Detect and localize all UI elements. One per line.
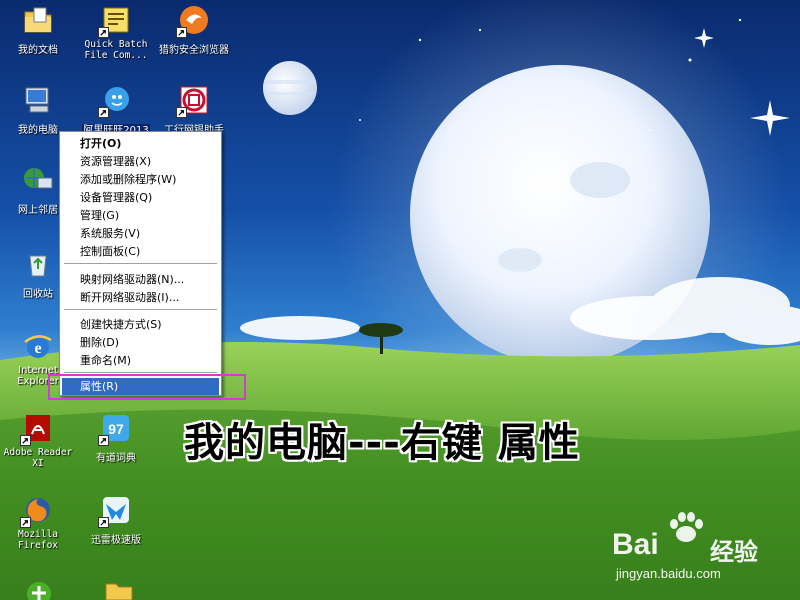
icon-label: Mozilla Firefox bbox=[17, 529, 59, 551]
tutorial-caption: 我的电脑---右键 属性 bbox=[184, 420, 580, 466]
menu-item-create-shortcut[interactable]: 创建快捷方式(S) bbox=[62, 316, 219, 333]
shortcut-arrow-icon bbox=[98, 517, 109, 528]
callout-highlight-box bbox=[48, 374, 246, 400]
icon-label: 网上邻居 bbox=[18, 205, 58, 216]
aliwangwang-icon bbox=[98, 84, 132, 118]
menu-item-add-remove-programs[interactable]: 添加或删除程序(W) bbox=[62, 171, 219, 188]
desktop-icon-aliwangwang[interactable]: 阿里旺旺2013 bbox=[78, 84, 154, 137]
menu-item-system-services[interactable]: 系统服务(V) bbox=[62, 225, 219, 242]
partial-folder-icon[interactable] bbox=[104, 580, 134, 600]
shortcut-arrow-icon bbox=[98, 107, 109, 118]
icon-label: 猎豹安全浏览器 bbox=[159, 45, 229, 56]
menu-item-device-manager[interactable]: 设备管理器(Q) bbox=[62, 189, 219, 206]
svg-text:97: 97 bbox=[108, 421, 124, 437]
shortcut-arrow-icon bbox=[20, 435, 31, 446]
desktop[interactable]: 我的文档 Quick Batch File Com... 猎豹安全浏览器 我的电… bbox=[0, 0, 800, 600]
desktop-icon-adobe-reader[interactable]: Adobe Reader XI bbox=[0, 412, 76, 470]
desktop-icon-my-computer[interactable]: 我的电脑 bbox=[0, 84, 76, 137]
watermark-brand-cn: 经验 bbox=[710, 538, 758, 566]
small-planet bbox=[263, 61, 317, 115]
xunlei-icon bbox=[98, 494, 132, 528]
icon-label: 我的电脑 bbox=[18, 125, 58, 136]
svg-text:e: e bbox=[34, 340, 41, 357]
menu-item-control-panel[interactable]: 控制面板(C) bbox=[62, 243, 219, 260]
menu-separator bbox=[64, 309, 217, 311]
youdao-dict-icon: 97 bbox=[98, 412, 132, 446]
menu-separator bbox=[64, 263, 217, 265]
desktop-icon-youdao-dict[interactable]: 97 有道词典 bbox=[78, 412, 154, 465]
menu-item-delete[interactable]: 删除(D) bbox=[62, 334, 219, 351]
folder-documents-icon bbox=[22, 4, 54, 36]
batch-file-icon bbox=[98, 4, 132, 38]
icon-label: 有道词典 bbox=[96, 453, 136, 464]
icon-label: 回收站 bbox=[23, 289, 53, 300]
desktop-icon-xunlei[interactable]: 迅雷极速版 bbox=[78, 494, 154, 547]
icbc-icon bbox=[176, 84, 210, 118]
desktop-icon-icbc-assistant[interactable]: 工行网银助手 bbox=[156, 84, 232, 137]
desktop-icon-my-documents[interactable]: 我的文档 bbox=[0, 4, 76, 57]
shortcut-arrow-icon bbox=[176, 27, 187, 38]
firefox-icon bbox=[20, 494, 54, 528]
shortcut-arrow-icon bbox=[98, 435, 109, 446]
menu-item-manage[interactable]: 管理(G) bbox=[62, 207, 219, 224]
menu-item-rename[interactable]: 重命名(M) bbox=[62, 352, 219, 369]
menu-item-map-network-drive[interactable]: 映射网络驱动器(N)... bbox=[62, 271, 219, 288]
recycle-bin-icon bbox=[22, 248, 54, 280]
adobe-reader-icon bbox=[20, 412, 54, 446]
watermark-brand: Bai bbox=[612, 528, 659, 561]
icon-label: 迅雷极速版 bbox=[91, 535, 141, 546]
watermark-url: jingyan.baidu.com bbox=[616, 566, 721, 581]
icon-label: Quick Batch File Com... bbox=[84, 39, 148, 61]
menu-item-open[interactable]: 打开(O) bbox=[62, 135, 219, 152]
menu-item-explorer[interactable]: 资源管理器(X) bbox=[62, 153, 219, 170]
paw-icon bbox=[670, 512, 703, 542]
desktop-icon-firefox[interactable]: Mozilla Firefox bbox=[0, 494, 76, 552]
icon-label: 我的文档 bbox=[18, 45, 58, 56]
liebao-browser-icon bbox=[176, 4, 210, 38]
shortcut-arrow-icon bbox=[176, 107, 187, 118]
computer-icon bbox=[22, 84, 54, 116]
desktop-icon-quick-batch[interactable]: Quick Batch File Com... bbox=[78, 4, 154, 62]
context-menu: 打开(O) 资源管理器(X) 添加或删除程序(W) 设备管理器(Q) 管理(G)… bbox=[59, 131, 222, 396]
network-icon bbox=[22, 164, 54, 196]
icon-label: Adobe Reader XI bbox=[3, 447, 73, 469]
baidu-jingyan-watermark: Bai 经验 jingyan.baidu.com bbox=[612, 510, 792, 590]
internet-explorer-icon: e bbox=[22, 330, 54, 362]
menu-item-disconnect-network-drive[interactable]: 断开网络驱动器(I)... bbox=[62, 289, 219, 306]
shortcut-arrow-icon bbox=[98, 27, 109, 38]
partial-app-icon[interactable] bbox=[24, 580, 54, 600]
desktop-icon-liebao-browser[interactable]: 猎豹安全浏览器 bbox=[156, 4, 232, 57]
shortcut-arrow-icon bbox=[20, 517, 31, 528]
